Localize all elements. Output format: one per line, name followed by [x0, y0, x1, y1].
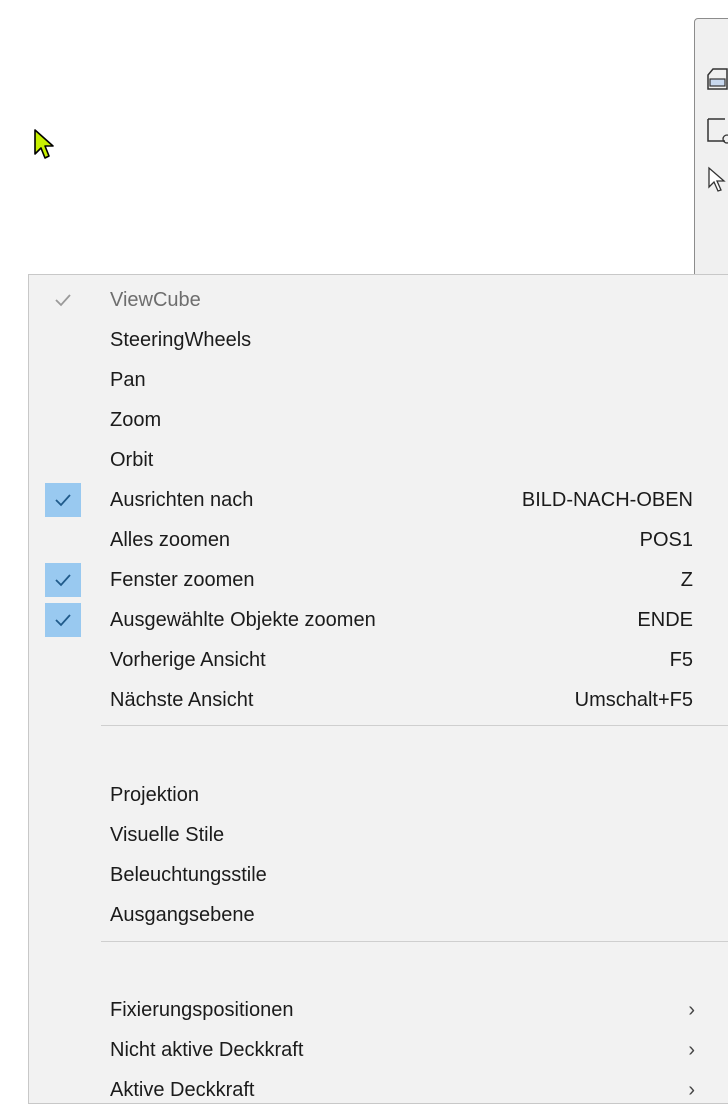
menu-item[interactable]: Nächste Ansicht Umschalt+F5 — [29, 681, 728, 719]
menu-item: ViewCube — [29, 281, 728, 319]
menu-item[interactable]: Fenster zoomen Z — [29, 561, 728, 599]
menu-item-label: Ausgangsebene — [110, 904, 255, 926]
menu-item[interactable]: SteeringWheels — [29, 321, 728, 359]
menu-item[interactable]: Beleuchtungsstile — [29, 856, 728, 894]
folder-icon[interactable] — [705, 63, 728, 93]
menu-item-label: Alles zoomen — [110, 529, 231, 551]
submenu-arrow-icon: › — [688, 999, 695, 1021]
view-toolbar — [694, 18, 728, 288]
menu-item-label: Fixierungspositionen — [110, 999, 294, 1021]
menu-item-shortcut: BILD-NACH-OBEN — [521, 489, 693, 511]
menu-item-label: Vorherige Ansicht — [110, 649, 266, 671]
menu-item-label: Fenster zoomen — [110, 569, 255, 591]
checkmark-icon — [45, 603, 81, 637]
submenu-arrow-icon: › — [688, 1079, 695, 1101]
menu-item[interactable]: Aktive Deckkraft › — [29, 1071, 728, 1109]
context-menu: ViewCube SteeringWheels Pan Zoom Orbit Ausric… — [28, 274, 728, 1104]
menu-item[interactable]: Orbit — [29, 441, 728, 479]
menu-item-shortcut: Z — [680, 569, 693, 591]
menu-item[interactable]: Fixierungspositionen › — [29, 991, 728, 1029]
checkmark-icon — [45, 483, 81, 517]
menu-item-shortcut: Umschalt+F5 — [574, 689, 693, 711]
menu-item[interactable]: Ausgewählte Objekte zoomen ENDE — [29, 601, 728, 639]
mouse-cursor-icon — [34, 129, 54, 159]
menu-item-label: Nächste Ansicht — [110, 689, 254, 711]
menu-item-label: Nicht aktive Deckkraft — [110, 1039, 304, 1061]
menu-item-label: Ausgewählte Objekte zoomen — [110, 609, 376, 631]
menu-item-shortcut: F5 — [669, 649, 693, 671]
menu-item-label: Visuelle Stile — [110, 824, 225, 846]
menu-item-label: Aktive Deckkraft — [110, 1079, 255, 1101]
checkmark-icon — [45, 283, 81, 317]
menu-item[interactable]: Zoom — [29, 401, 728, 439]
menu-item[interactable]: Ausgangsebene — [29, 896, 728, 934]
submenu-arrow-icon: › — [688, 1039, 695, 1061]
menu-item[interactable]: Vorherige Ansicht F5 — [29, 641, 728, 679]
menu-item-label: Projektion — [110, 784, 199, 806]
menu-item-label: Beleuchtungsstile — [110, 864, 267, 886]
menu-item[interactable]: Visuelle Stile — [29, 816, 728, 854]
menu-item-label: Pan — [110, 369, 146, 391]
menu-item-label: Zoom — [110, 409, 162, 431]
menu-separator — [101, 725, 728, 726]
menu-separator — [101, 941, 728, 942]
cursor-select-icon[interactable] — [705, 165, 728, 195]
menu-item[interactable]: Projektion — [29, 776, 728, 814]
menu-item[interactable]: Ausrichten nach BILD-NACH-OBEN — [29, 481, 728, 519]
menu-item-label: SteeringWheels — [110, 329, 252, 351]
menu-item[interactable]: Nicht aktive Deckkraft › — [29, 1031, 728, 1069]
checkmark-icon — [45, 563, 81, 597]
menu-item-shortcut: POS1 — [639, 529, 693, 551]
menu-item-shortcut: ENDE — [637, 609, 693, 631]
menu-item[interactable]: Pan — [29, 361, 728, 399]
menu-item-label: Ausrichten nach — [110, 489, 254, 511]
menu-item[interactable]: Alles zoomen POS1 — [29, 521, 728, 559]
rectangle-window-icon[interactable] — [705, 115, 728, 145]
menu-item-label: Orbit — [110, 449, 154, 471]
menu-item-label: ViewCube — [110, 289, 201, 311]
